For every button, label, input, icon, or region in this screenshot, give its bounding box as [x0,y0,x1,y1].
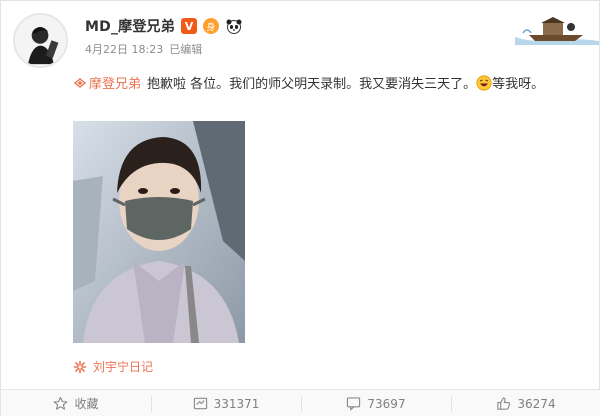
name-line: MD_摩登兄弟 V 身 [85,16,243,36]
post-text-part1: 抱歉啦 各位。我们的师父明天录制。我又要消失三天了。 [147,77,477,92]
like-button[interactable]: 36274 [451,390,600,416]
vip-badge-icon[interactable]: V [180,18,197,34]
repost-icon [193,397,207,410]
post-text-part2: 等我呀。 [492,77,545,92]
post-text: 摩登兄弟 抱歉啦 各位。我们的师父明天录制。我又要消失三天了。 等我呀。 [73,73,573,97]
swirl-icon [73,360,87,373]
repost-button[interactable]: 331371 [151,390,301,416]
repost-count: 331371 [213,396,260,411]
avatar[interactable] [13,13,68,68]
action-bar: 收藏 331371 73697 36274 [1,389,600,416]
source-label: 刘宇宁日记 [93,360,154,374]
boat-decoration-icon [515,17,599,45]
laugh-emoji-icon [476,75,492,91]
like-count: 36274 [517,396,556,411]
comment-count: 73697 [367,396,406,411]
panda-icon[interactable] [225,18,243,34]
source-tag[interactable]: 刘宇宁日记 [73,358,153,375]
edited-label[interactable]: 已编辑 [169,41,202,57]
mention-link[interactable]: 摩登兄弟 [89,77,141,92]
star-icon [54,396,68,410]
favorite-label: 收藏 [74,397,99,411]
weibo-post-card: MD_摩登兄弟 V 身 4月22日 18:23 已编辑 摩登兄弟 抱歉啦 各位。… [0,0,600,416]
identity-badge-icon[interactable]: 身 [202,18,219,34]
post-meta: 4月22日 18:23 已编辑 [85,41,202,57]
post-photo[interactable] [73,121,245,343]
comment-icon [347,397,361,411]
comment-button[interactable]: 73697 [301,390,451,416]
like-icon [497,397,511,410]
mention-icon [73,78,87,88]
favorite-button[interactable]: 收藏 [1,390,151,416]
author-name[interactable]: MD_摩登兄弟 [85,16,175,36]
timestamp[interactable]: 4月22日 18:23 [85,41,163,57]
post-header: MD_摩登兄弟 V 身 4月22日 18:23 已编辑 [13,13,599,73]
